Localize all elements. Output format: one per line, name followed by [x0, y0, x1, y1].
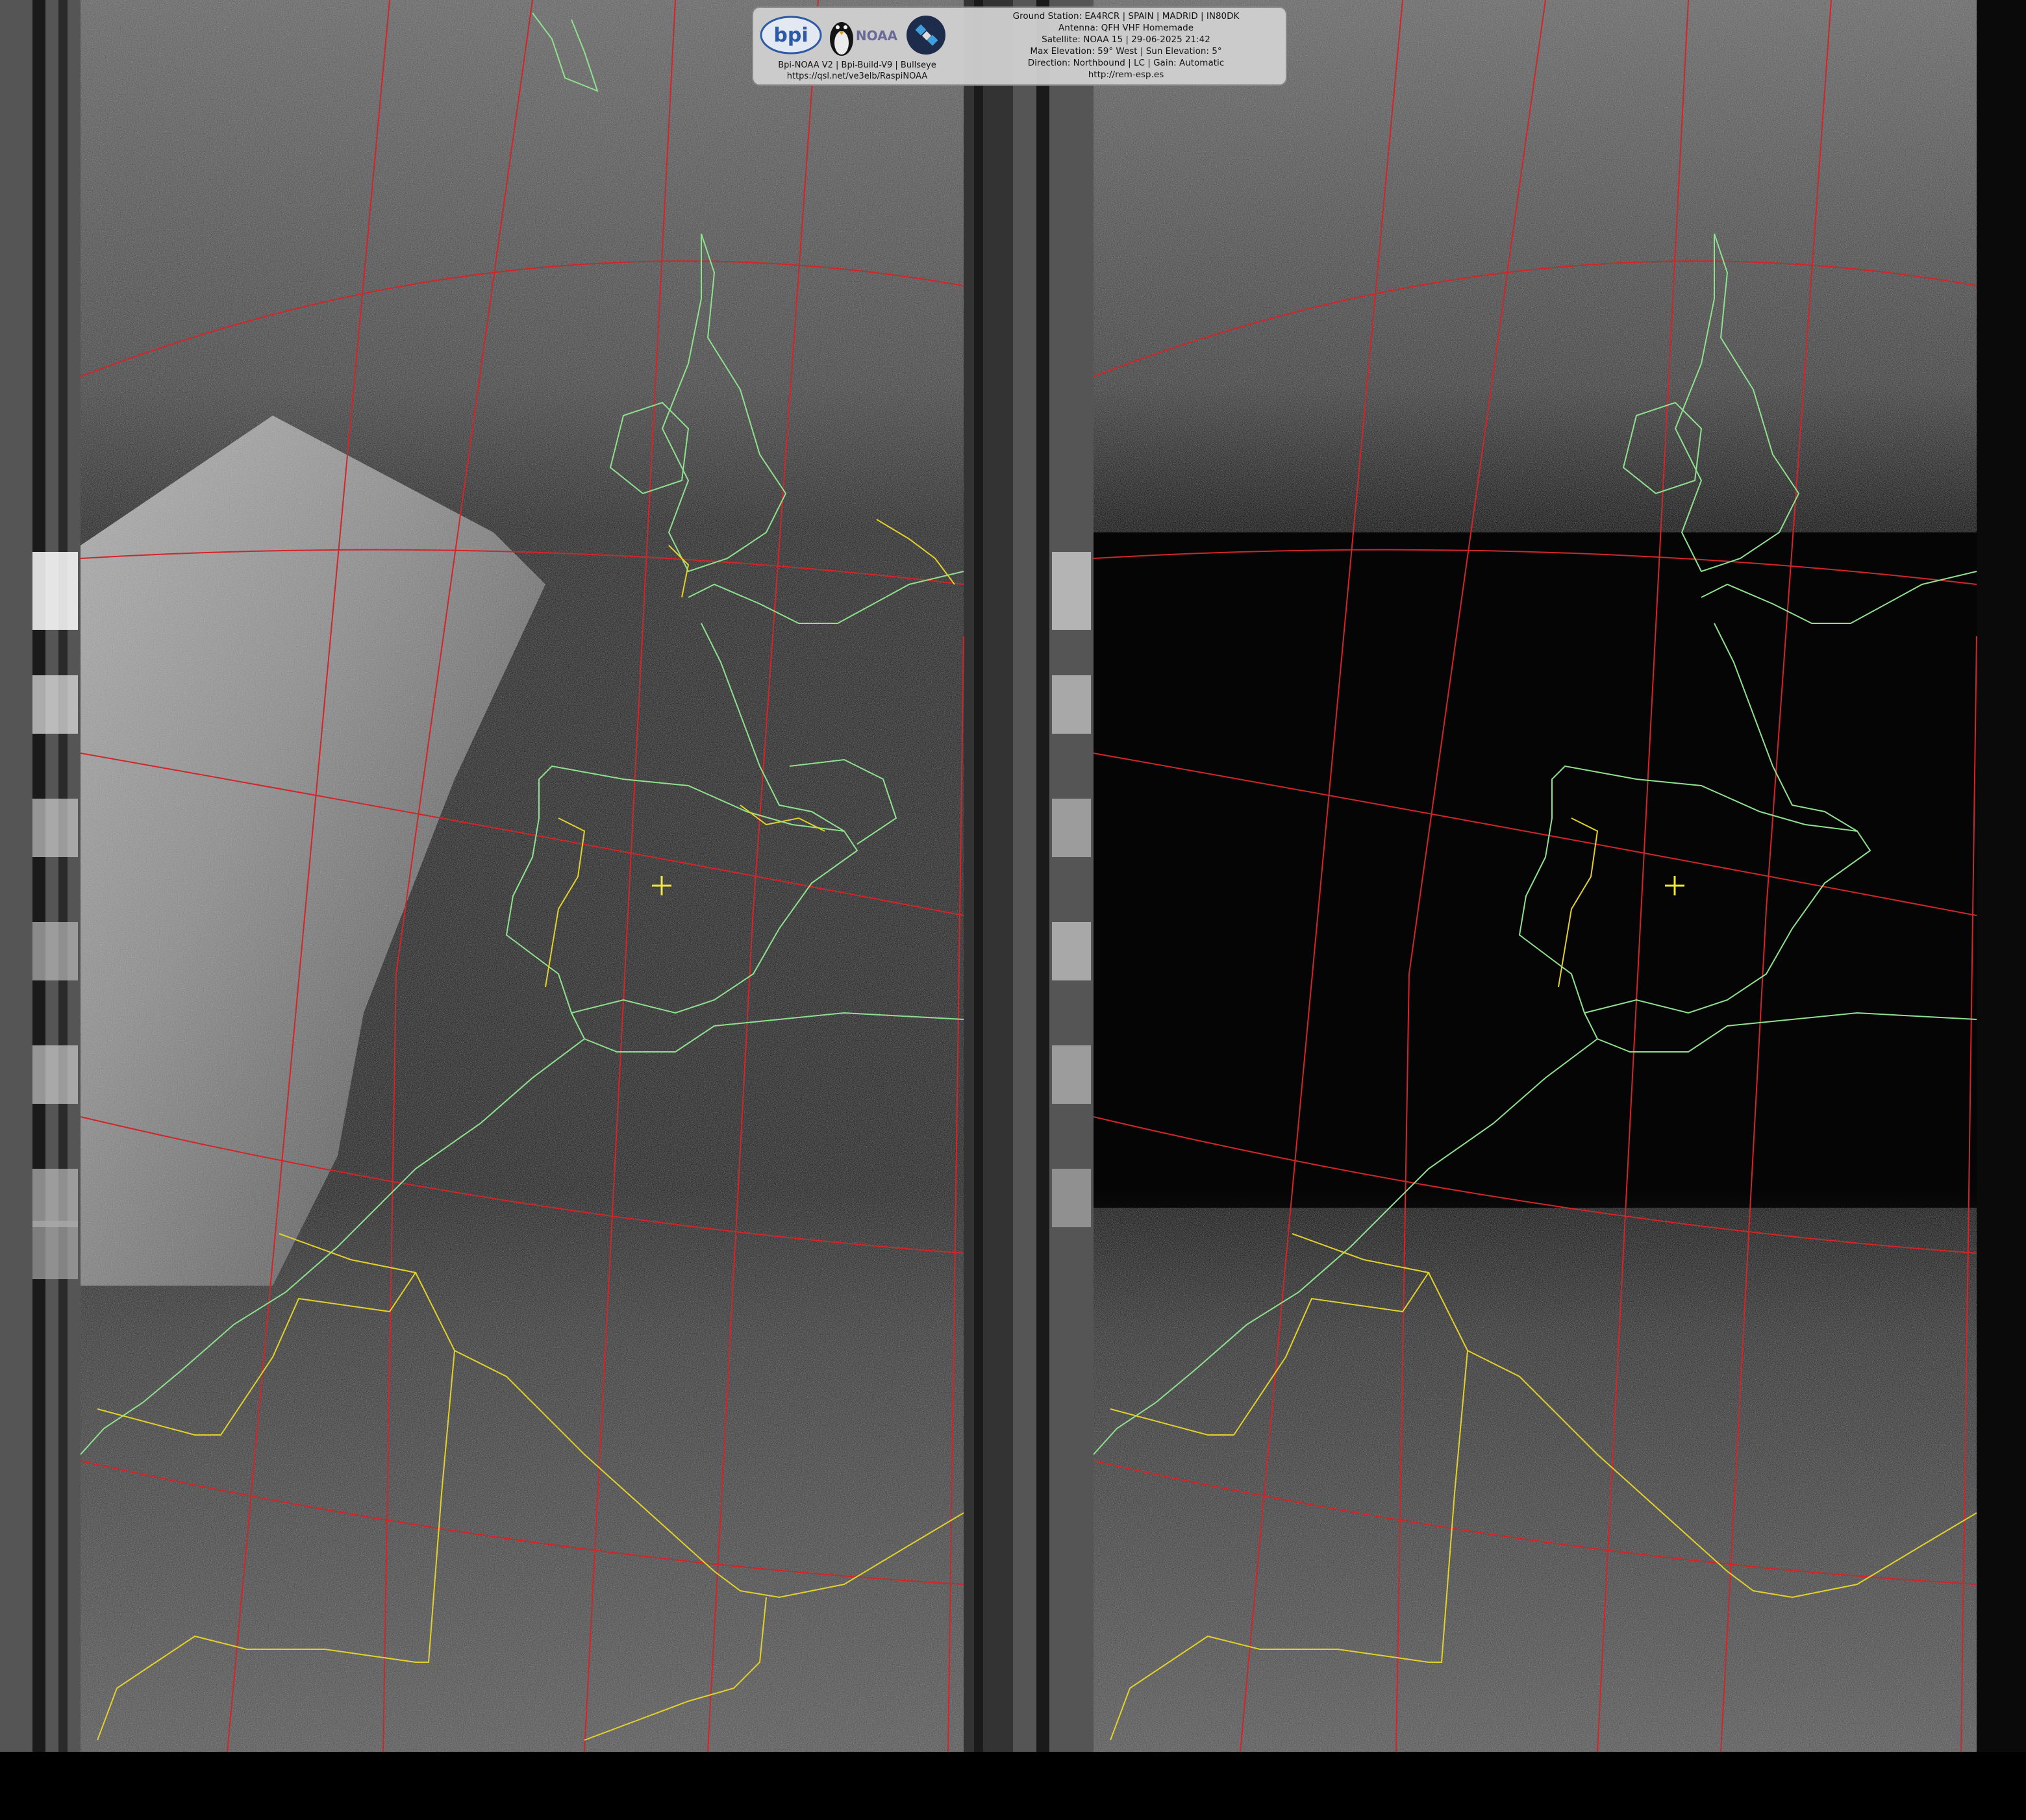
header-left-text: Bpi-NOAA V2 | Bpi-Build-V9 | Bullseye ht… — [753, 60, 961, 82]
header-right-text: Ground Station: EA4RCR | SPAIN | MADRID … — [968, 10, 1284, 81]
visible-channel-panel — [0, 0, 1013, 1752]
project-url-line: https://qsl.net/ve3elb/RaspiNOAA — [786, 71, 928, 81]
satellite-line: Satellite: NOAA 15 | 29-06-2025 21:42 — [1042, 34, 1210, 45]
bpi-logo-text: bpi — [773, 24, 808, 47]
antenna-line: Antenna: QFH VHF Homemade — [1058, 23, 1194, 33]
elevation-line: Max Elevation: 59° West | Sun Elevation:… — [1030, 46, 1222, 56]
linux-penguin-icon — [830, 22, 853, 56]
header-logos: bpi NOAA — [758, 12, 953, 58]
visible-channel-image — [0, 0, 1013, 1752]
infrared-channel-panel — [1013, 0, 2026, 1752]
noaa-logo-text: NOAA — [856, 28, 898, 44]
build-info-line: Bpi-NOAA V2 | Bpi-Build-V9 | Bullseye — [778, 60, 936, 70]
bpi-logo: bpi — [760, 16, 822, 55]
noaa-logo: NOAA — [856, 28, 898, 44]
infrared-channel-image — [1013, 0, 2026, 1752]
satellite-image-stage: bpi NOAA Bpi-NOAA V2 | Bpi-Build-V9 | Bu… — [0, 0, 2026, 1820]
pass-info-box: bpi NOAA Bpi-NOAA V2 | Bpi-Build-V9 | Bu… — [752, 6, 1287, 86]
ground-station-line: Ground Station: EA4RCR | SPAIN | MADRID … — [1012, 11, 1240, 21]
satellite-logo-icon — [907, 16, 945, 55]
bottom-black-bar — [0, 1752, 2026, 1820]
website-line: http://rem-esp.es — [1088, 69, 1164, 80]
direction-line: Direction: Northbound | LC | Gain: Autom… — [1027, 58, 1225, 68]
